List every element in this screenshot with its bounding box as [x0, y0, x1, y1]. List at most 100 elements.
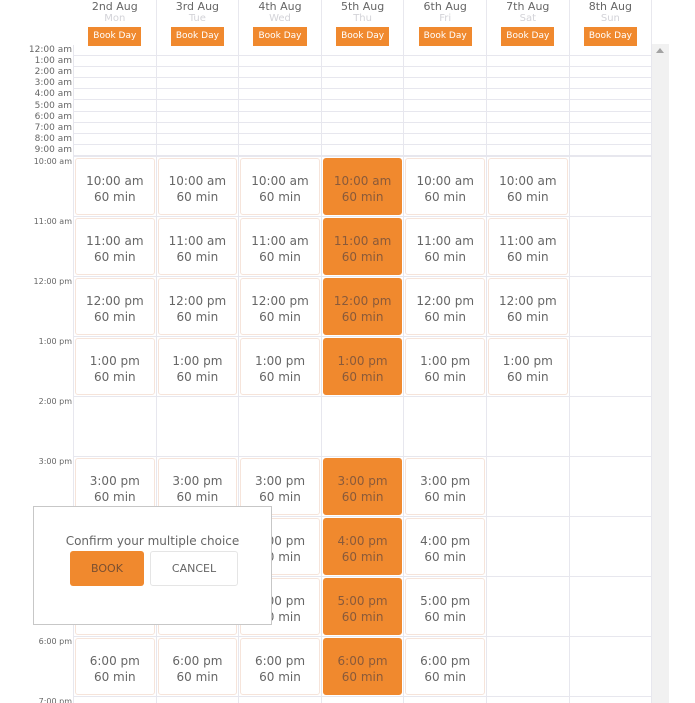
slot-time: 12:00 pm — [85, 294, 144, 308]
slot-duration: 60 min — [424, 610, 467, 624]
time-slot[interactable]: 12:00 pm 60 min — [75, 278, 155, 335]
time-slot[interactable]: 10:00 am 60 min — [240, 158, 320, 215]
book-day-button[interactable]: Book Day — [418, 27, 472, 46]
time-slot[interactable]: 11:00 am 60 min — [240, 218, 320, 275]
time-slot[interactable]: 1:00 pm 60 min — [157, 338, 238, 395]
time-slot[interactable]: 3:00 pm 60 min — [322, 458, 403, 515]
slot-time: 6:00 pm — [254, 654, 306, 668]
slot-time: 1:00 pm — [420, 354, 471, 368]
day-weekday: Sat — [519, 13, 536, 23]
slot-time: 12:00 pm — [416, 294, 475, 308]
time-slot[interactable]: 1:00 pm 60 min — [75, 338, 155, 395]
day-date: 2nd Aug — [91, 0, 138, 13]
slot-duration: 60 min — [424, 490, 467, 504]
calendar-header: 2nd Aug Mon Book Day 3rd Aug Tue Book Day 4th … — [0, 0, 653, 46]
time-slot[interactable]: 1:00 pm 60 min — [488, 338, 568, 395]
book-day-button[interactable]: Book Day — [170, 27, 224, 46]
time-slot[interactable]: 10:00 am 60 min — [157, 158, 238, 215]
slot-time: 11:00 am — [416, 234, 474, 248]
time-slot[interactable]: 1:00 pm 60 min — [322, 338, 403, 395]
slot-time: 1:00 pm — [89, 354, 140, 368]
slot-duration: 60 min — [176, 310, 219, 324]
book-day-button[interactable]: Book Day — [253, 27, 307, 46]
vertical-scrollbar[interactable] — [652, 44, 669, 703]
time-slot[interactable]: 11:00 am 60 min — [405, 218, 485, 275]
slot-duration: 60 min — [341, 610, 384, 624]
time-label: 2:00 pm — [38, 397, 72, 406]
day-weekday: Sun — [600, 13, 620, 23]
day-header: 3rd Aug Tue Book Day — [157, 0, 240, 46]
time-slot[interactable]: 10:00 am 60 min — [75, 158, 155, 215]
time-slot[interactable]: 4:00 pm 60 min — [405, 518, 485, 575]
time-slot[interactable]: 12:00 pm 60 min — [405, 278, 485, 335]
slot-time: 11:00 am — [168, 234, 227, 248]
time-slot[interactable]: 10:00 am 60 min — [488, 158, 568, 215]
time-slot[interactable]: 6:00 pm 60 min — [75, 638, 155, 695]
scroll-up-arrow-icon[interactable] — [656, 48, 664, 53]
time-label: 11:00 am — [33, 217, 72, 226]
hour-divider — [74, 88, 652, 90]
time-slot[interactable]: 11:00 am 60 min — [157, 218, 238, 275]
hour-divider — [74, 216, 652, 217]
time-slot[interactable]: 3:00 pm 60 min — [405, 458, 485, 515]
slot-duration: 60 min — [424, 250, 467, 264]
time-slot[interactable]: 12:00 pm 60 min — [157, 278, 238, 335]
time-slot[interactable]: 11:00 am 60 min — [322, 218, 403, 275]
time-slot[interactable]: 11:00 am 60 min — [75, 218, 155, 275]
slot-duration: 60 min — [424, 310, 467, 324]
book-day-button[interactable]: Book Day — [501, 27, 555, 46]
slot-duration: 60 min — [176, 490, 219, 504]
time-label: 8:00 am — [34, 133, 72, 144]
slot-duration: 60 min — [93, 310, 136, 324]
slot-time: 10:00 am — [416, 174, 474, 188]
time-slot[interactable]: 6:00 pm 60 min — [405, 638, 485, 695]
time-slot[interactable]: 5:00 pm 60 min — [322, 578, 403, 635]
slot-time: 4:00 pm — [420, 534, 471, 548]
time-slot[interactable]: 12:00 pm 60 min — [488, 278, 568, 335]
slot-time: 3:00 pm — [337, 474, 388, 488]
slot-time: 12:00 pm — [333, 294, 392, 308]
time-slot[interactable]: 6:00 pm 60 min — [322, 638, 403, 695]
slot-time: 10:00 am — [499, 174, 557, 188]
slot-time: 10:00 am — [168, 174, 227, 188]
time-slot[interactable]: 10:00 am 60 min — [405, 158, 485, 215]
hour-divider — [74, 66, 652, 68]
time-slot[interactable]: 1:00 pm 60 min — [405, 338, 485, 395]
slot-duration: 60 min — [259, 490, 301, 504]
slot-duration: 60 min — [176, 190, 219, 204]
time-label: 6:00 pm — [38, 637, 72, 646]
slot-duration: 60 min — [93, 670, 136, 684]
time-slot[interactable]: 10:00 am 60 min — [322, 158, 403, 215]
slot-duration: 60 min — [93, 370, 136, 384]
day-header: 4th Aug Wed Book Day — [239, 0, 322, 46]
day-header: 2nd Aug Mon Book Day — [74, 0, 157, 46]
time-slot[interactable]: 12:00 pm 60 min — [322, 278, 403, 335]
time-slot[interactable]: 11:00 am 60 min — [488, 218, 568, 275]
time-slot[interactable]: 4:00 pm 60 min — [322, 518, 403, 575]
time-slot[interactable]: 5:00 pm 60 min — [405, 578, 485, 635]
day-date: 3rd Aug — [175, 0, 220, 13]
slot-time: 11:00 am — [333, 234, 392, 248]
hour-divider — [74, 456, 652, 457]
hour-divider — [74, 132, 652, 134]
book-day-button[interactable]: Book Day — [583, 27, 637, 46]
slot-time: 3:00 pm — [89, 474, 140, 488]
slot-duration: 60 min — [341, 310, 384, 324]
slot-time: 1:00 pm — [254, 354, 306, 368]
slot-duration: 60 min — [341, 550, 384, 564]
hour-divider — [74, 276, 652, 277]
time-slot[interactable]: 6:00 pm 60 min — [240, 638, 320, 695]
time-slot[interactable]: 6:00 pm 60 min — [157, 638, 238, 695]
book-day-button[interactable]: Book Day — [88, 27, 142, 46]
slot-time: 11:00 am — [86, 234, 144, 248]
book-day-button[interactable]: Book Day — [336, 27, 390, 46]
time-slot[interactable]: 1:00 pm 60 min — [240, 338, 320, 395]
book-button[interactable]: BOOK — [70, 551, 144, 586]
day-weekday: Wed — [269, 13, 291, 23]
slot-duration: 60 min — [341, 670, 384, 684]
cancel-button[interactable]: CANCEL — [150, 551, 238, 586]
hour-divider — [74, 636, 652, 637]
time-slot[interactable]: 12:00 pm 60 min — [240, 278, 320, 335]
slot-duration: 60 min — [259, 190, 301, 204]
slot-time: 11:00 am — [499, 234, 557, 248]
